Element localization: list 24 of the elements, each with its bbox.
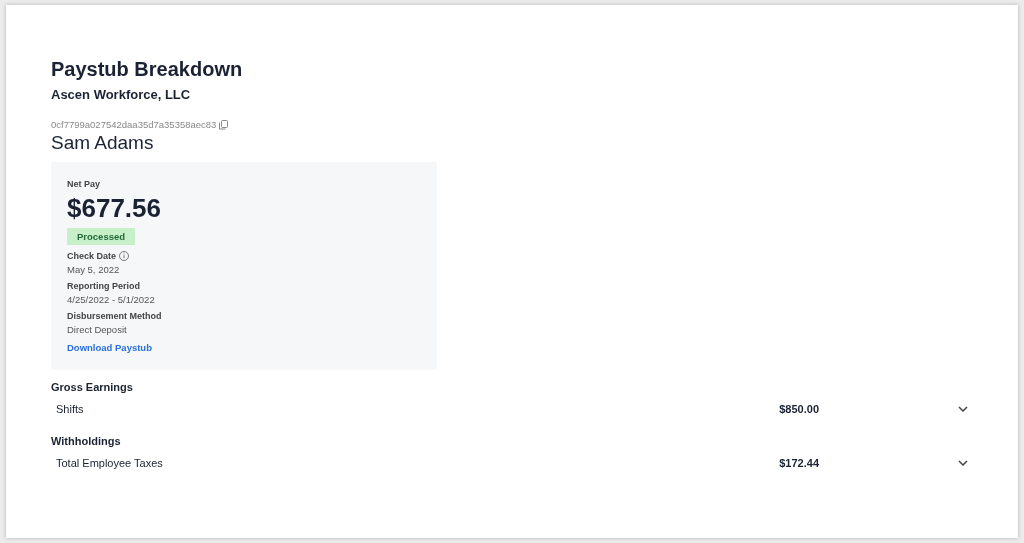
section-heading: Gross Earnings (51, 381, 134, 393)
chevron-icon[interactable] (958, 460, 968, 466)
detail-label: Check Date (67, 251, 117, 261)
row-label: Total Employee Taxes (56, 457, 164, 469)
row-amount: $850.00 (779, 403, 819, 415)
copy-icon[interactable] (219, 119, 229, 130)
employer-name: Ascen Workforce, LLC (51, 87, 192, 102)
detail-value: May 5, 2022 (67, 264, 121, 275)
status-badge: Processed (67, 228, 136, 245)
download-link[interactable]: Download Paystub (67, 342, 152, 353)
detail-value: 4/25/2022 - 5/1/2022 (67, 294, 156, 305)
section-heading: Withholdings (51, 435, 122, 447)
row-label: Shifts (56, 403, 85, 415)
info-icon[interactable] (119, 251, 130, 261)
chevron-icon[interactable] (958, 406, 968, 412)
detail-label: Reporting Period (67, 281, 140, 291)
net-pay-label: Net Pay (67, 179, 102, 189)
page-title: Paystub Breakdown (51, 57, 244, 81)
employee-id: 0cf7799a027542daa35d7a35358aec83 (51, 119, 217, 130)
row-amount: $172.44 (779, 457, 819, 469)
detail-label: Disbursement Method (67, 311, 162, 321)
employee-name: Sam Adams (51, 132, 155, 154)
detail-value: Direct Deposit (67, 324, 128, 335)
net-pay-amount: $677.56 (67, 193, 162, 224)
